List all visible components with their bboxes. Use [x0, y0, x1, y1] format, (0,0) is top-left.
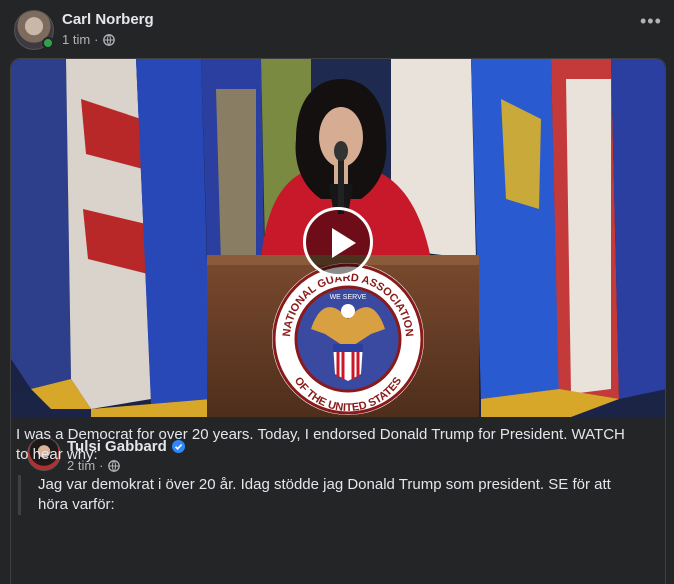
more-options-button[interactable]: ••• [640, 12, 661, 30]
post-author-name[interactable]: Carl Norberg [62, 11, 154, 28]
video-player[interactable]: NATIONAL GUARD ASSOCIATION OF THE UNITED… [11, 59, 665, 417]
meta-separator: · [94, 32, 99, 47]
translated-text: Jag var demokrat i över 20 år. Idag stöd… [18, 475, 638, 515]
play-icon [332, 228, 356, 258]
post-timestamp[interactable]: 1 tim [62, 32, 90, 47]
post-meta: 1 tim · [62, 32, 115, 47]
online-status-indicator [42, 37, 54, 49]
play-button[interactable] [303, 207, 373, 277]
logo-motto: WE SERVE [330, 294, 367, 301]
globe-icon[interactable] [102, 33, 115, 46]
post-header: Carl Norberg 1 tim · ••• [14, 10, 661, 54]
shared-post-text: I was a Democrat for over 20 years. Toda… [16, 426, 625, 463]
